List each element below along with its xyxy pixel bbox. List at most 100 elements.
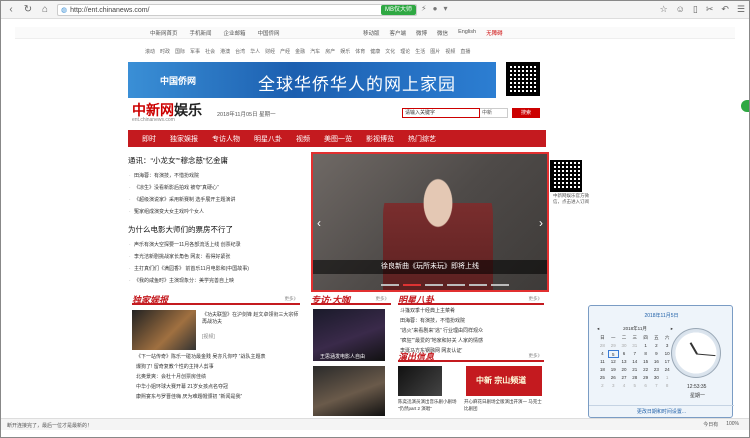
lightning-icon[interactable]: ⚡	[421, 4, 427, 13]
slider-prev-icon[interactable]: ‹	[317, 216, 321, 230]
calendar-day[interactable]: 8	[662, 382, 673, 390]
channel-link[interactable]: 滚动	[145, 48, 155, 56]
section-title[interactable]: 明星八卦	[398, 295, 434, 305]
next-month-icon[interactable]: ▸	[671, 326, 673, 332]
calendar-day[interactable]: 23	[651, 366, 662, 374]
calendar-day[interactable]: 20	[619, 366, 630, 374]
calendar-day[interactable]: 7	[651, 382, 662, 390]
calendar-day[interactable]: 16	[651, 358, 662, 366]
featured-slider[interactable]: ‹ › 徐良新曲《玩所未玩》即将上线	[311, 152, 549, 292]
refresh-icon[interactable]: ↻	[21, 3, 35, 17]
list-item[interactable]: 田海蓉：有演技，不惜扮戏院	[400, 316, 546, 326]
slider-dot[interactable]	[425, 284, 443, 286]
nav-item[interactable]: 独家娱报	[170, 134, 198, 144]
nav-item[interactable]: 热门综艺	[408, 134, 436, 144]
channel-link[interactable]: 图片	[430, 48, 440, 56]
slider-dot[interactable]	[447, 284, 465, 286]
slider-dot[interactable]	[381, 284, 399, 286]
section-title[interactable]: 专访·大咖	[311, 295, 350, 305]
channel-link[interactable]: 直播	[460, 48, 470, 56]
mb-badge[interactable]: MB仅大师	[381, 5, 417, 15]
calendar-day[interactable]: 1	[662, 374, 673, 382]
list-item[interactable]: 爆狗了! 留奇复教个性的主持人剪事	[136, 362, 304, 372]
channel-link[interactable]: 健康	[370, 48, 380, 56]
calendar-day[interactable]: 6	[640, 382, 651, 390]
news-item[interactable]: 《我的咸鱼时》主演现象分：美学完善自上映	[128, 275, 304, 287]
list-item[interactable]: 斗篷双季十经典上主菜肴	[400, 306, 546, 316]
news-item[interactable]: 冤家组成演变大女主戏吟个女人	[128, 206, 304, 218]
channel-link[interactable]: 房产	[325, 48, 335, 56]
news-item[interactable]: 《凉生》没看新影后拍戏 被夸“真硬心”	[128, 182, 304, 194]
nav-item[interactable]: 专访人物	[212, 134, 240, 144]
calendar-day[interactable]: 15	[640, 358, 651, 366]
calendar-day[interactable]: 5	[607, 350, 619, 358]
screenshot-icon[interactable]: ✂	[706, 4, 714, 15]
slider-dot[interactable]	[491, 284, 509, 286]
channel-link[interactable]: 生活	[415, 48, 425, 56]
topbar-link[interactable]: 中国侨网	[258, 29, 280, 37]
calendar-day[interactable]: 31	[629, 342, 640, 350]
interview-thumb-2[interactable]	[313, 366, 385, 416]
home-icon[interactable]: ⌂	[38, 3, 52, 17]
calendar-day[interactable]: 22	[640, 366, 651, 374]
leaf-icon[interactable]: ●	[433, 4, 438, 13]
more-link[interactable]: 更多》	[529, 296, 543, 302]
calendar-day[interactable]: 1	[640, 342, 651, 350]
bookmark-icon[interactable]: ▯	[693, 4, 698, 15]
banner-ad[interactable]: 中国侨网 全球华侨华人的网上家园	[128, 62, 496, 98]
calendar-date-title[interactable]: 2018年11月5日	[589, 312, 734, 319]
zoom-level[interactable]: 100%	[726, 421, 739, 428]
channel-link[interactable]: 华人	[250, 48, 260, 56]
calendar-day[interactable]: 4	[619, 382, 630, 390]
calendar-day[interactable]: 2	[651, 342, 662, 350]
calendar-month-nav[interactable]: 2018年11月	[623, 326, 647, 332]
calendar-day[interactable]: 28	[597, 342, 608, 350]
search-input[interactable]: 请输入关键字	[402, 108, 480, 118]
address-bar[interactable]: ◍ http://ent.chinanews.com/	[57, 4, 417, 16]
topbar-link[interactable]: 企业邮箱	[224, 29, 246, 37]
headline[interactable]: 通讯：“小龙女”“穆念慈”忆金庸	[128, 155, 304, 166]
calendar-day[interactable]: 30	[651, 374, 662, 382]
calendar-day[interactable]: 21	[629, 366, 640, 374]
list-item[interactable]: 《下一站传奇》陈乐一碰功最金贱 吴亦凡你哼 “战队主题表	[136, 352, 304, 362]
more-link[interactable]: 更多》	[529, 353, 543, 359]
calendar-day[interactable]: 18	[597, 366, 608, 374]
channel-link[interactable]: 视频	[445, 48, 455, 56]
nav-item[interactable]: 视频	[296, 134, 310, 144]
channel-link[interactable]: 产经	[280, 48, 290, 56]
status-item[interactable]: 今日有	[703, 421, 718, 428]
channel-link[interactable]: 国际	[175, 48, 185, 56]
star-icon[interactable]: ☆	[660, 4, 668, 15]
nav-item[interactable]: 美图一览	[324, 134, 352, 144]
change-datetime-link[interactable]: 更改日期和时间设置...	[589, 405, 734, 417]
calendar-day[interactable]: 12	[608, 358, 619, 366]
channel-link[interactable]: 汽车	[310, 48, 320, 56]
calendar-day[interactable]: 11	[597, 358, 608, 366]
exclusive-thumb[interactable]	[132, 310, 196, 350]
dropdown-icon[interactable]: ▾	[443, 4, 447, 13]
topbar-right-link[interactable]: English	[458, 29, 476, 37]
calendar-day[interactable]: 2	[597, 382, 608, 390]
calendar-day[interactable]: 29	[640, 374, 651, 382]
channel-link[interactable]: 金融	[295, 48, 305, 56]
calendar-day[interactable]: 13	[619, 358, 630, 366]
more-link[interactable]: 更多》	[285, 296, 299, 302]
topbar-right-link[interactable]: 客户端	[390, 29, 407, 37]
topbar-link[interactable]: 中新网首页	[150, 29, 178, 37]
calendar-day[interactable]: 5	[629, 382, 640, 390]
user-icon[interactable]: ☺	[676, 4, 685, 15]
channel-link[interactable]: 文化	[385, 48, 395, 56]
calendar-day[interactable]: 6	[619, 350, 630, 358]
section-title[interactable]: 独家娱报	[132, 295, 168, 305]
calendar-day[interactable]: 4	[597, 350, 608, 358]
list-item[interactable]: “逃火”来看剧来“逃” 行业理由同样观众	[400, 326, 546, 336]
channel-link[interactable]: 理论	[400, 48, 410, 56]
calendar-day[interactable]: 26	[608, 374, 619, 382]
calendar-day[interactable]: 8	[640, 350, 651, 358]
menu-icon[interactable]: ☰	[737, 4, 745, 15]
calendar-day[interactable]: 3	[608, 382, 619, 390]
list-item[interactable]: 中华小姐环球大赛开幕 21岁女孩点名夺冠	[136, 382, 304, 392]
exclusive-lead[interactable]: 《功夫联盟》在沪剑锋 赵文卓领衔三大宗师再战功夫	[202, 312, 300, 326]
list-item[interactable]: “疯狂”“最爱的“地家和好关 人家的情感	[400, 336, 546, 346]
channel-link[interactable]: 台湾	[235, 48, 245, 56]
